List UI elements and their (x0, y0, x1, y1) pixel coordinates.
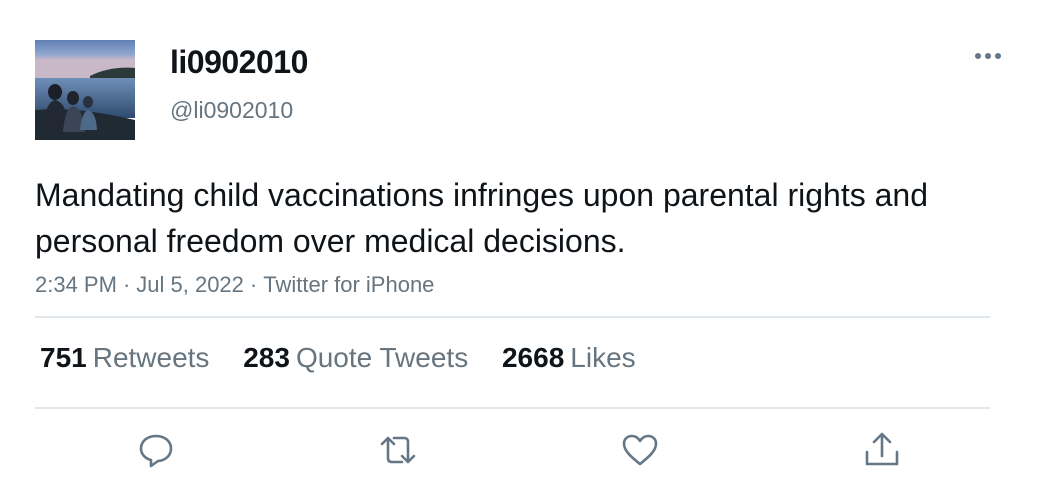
tweet-source[interactable]: Twitter for iPhone (263, 272, 434, 297)
retweets-label: Retweets (92, 342, 210, 373)
retweets-count: 751 (40, 342, 87, 373)
reply-icon[interactable] (136, 430, 176, 470)
divider (35, 316, 990, 318)
display-name[interactable]: li0902010 (170, 44, 308, 81)
avatar-photo (35, 40, 135, 140)
tweet-date[interactable]: Jul 5, 2022 (136, 272, 244, 297)
tweet-meta: 2:34 PM · Jul 5, 2022 · Twitter for iPhone (35, 272, 434, 298)
divider (35, 407, 990, 409)
likes-label: Likes (570, 342, 636, 373)
user-handle[interactable]: @li0902010 (170, 97, 293, 124)
meta-separator: · (122, 272, 131, 297)
tweet-card: li0902010 @li0902010 Mandating child vac… (0, 0, 1050, 480)
share-icon[interactable] (862, 430, 902, 470)
likes-stat[interactable]: 2668 Likes (502, 342, 636, 374)
heart-icon[interactable] (620, 430, 660, 470)
retweets-stat[interactable]: 751 Retweets (40, 342, 209, 374)
tweet-text: Mandating child vaccinations infringes u… (35, 177, 928, 259)
quote-tweets-count: 283 (243, 342, 290, 373)
retweet-icon[interactable] (378, 430, 418, 470)
likes-count: 2668 (501, 342, 565, 373)
avatar[interactable] (35, 40, 135, 140)
tweet-stats: 751 Retweets 283 Quote Tweets 2668 Likes (40, 342, 662, 374)
more-dots-icon[interactable] (970, 42, 1006, 70)
tweet-time[interactable]: 2:34 PM (35, 272, 117, 297)
quote-tweets-stat[interactable]: 283 Quote Tweets (243, 342, 468, 374)
meta-separator: · (249, 272, 258, 297)
quote-tweets-label: Quote Tweets (295, 342, 469, 373)
